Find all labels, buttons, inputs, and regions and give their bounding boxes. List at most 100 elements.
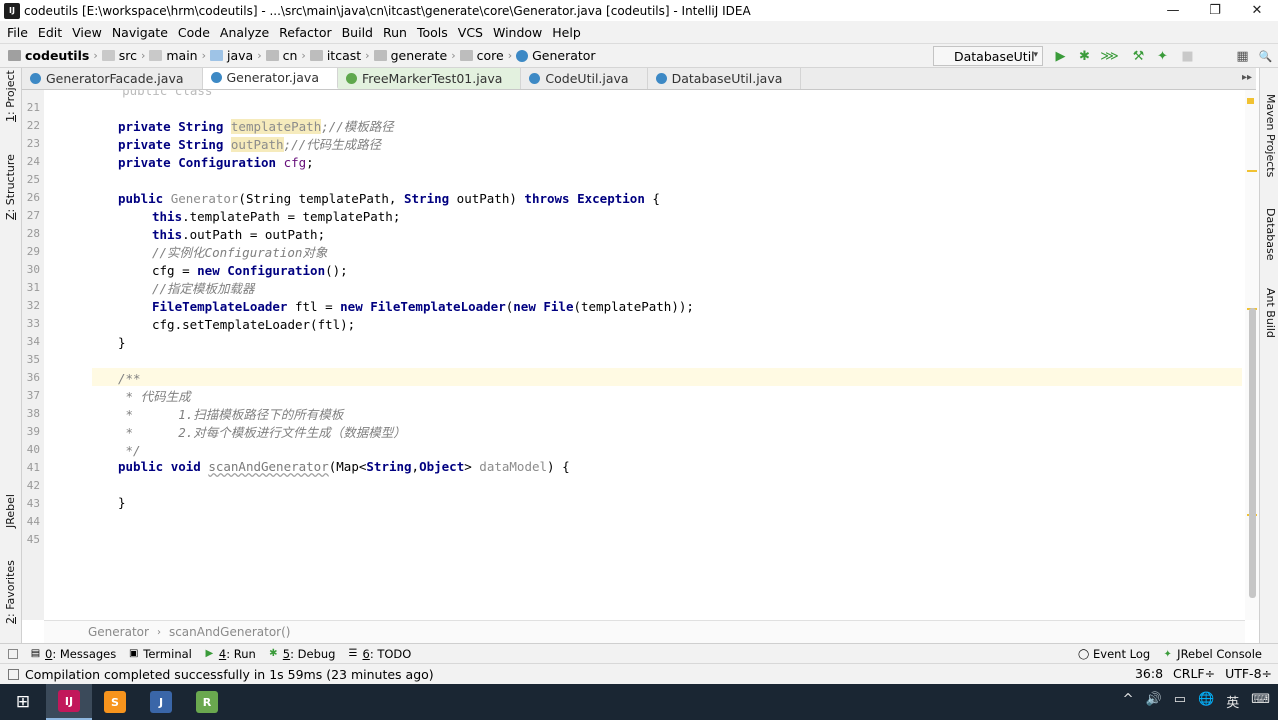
- tool-tab-ant-build[interactable]: Ant Build: [1264, 288, 1277, 338]
- coverage-icon[interactable]: ⋙: [1100, 49, 1119, 64]
- tool-tab-jrebel[interactable]: JRebel: [4, 494, 17, 528]
- menu-window[interactable]: Window: [488, 25, 547, 40]
- menu-run[interactable]: Run: [378, 25, 412, 40]
- tool-run[interactable]: ▶ 4: Run: [198, 647, 262, 661]
- tab-generator[interactable]: Generator.java: [202, 68, 338, 89]
- nav-crumb-project[interactable]: codeutils: [0, 48, 92, 63]
- ime-indicator[interactable]: 英: [1226, 692, 1239, 711]
- package-icon: [309, 50, 323, 61]
- status-toggle-icon[interactable]: [8, 668, 19, 680]
- debug-icon: ✱: [269, 648, 278, 659]
- menu-tools[interactable]: Tools: [412, 25, 453, 40]
- nav-crumb-generator[interactable]: Generator: [513, 48, 598, 63]
- tabs-overflow-icon[interactable]: ▸▸: [1242, 72, 1252, 83]
- menu-help[interactable]: Help: [547, 25, 586, 40]
- menu-refactor[interactable]: Refactor: [274, 25, 336, 40]
- toggle-tool-windows-icon[interactable]: [8, 648, 18, 659]
- line-number: 29: [26, 245, 40, 258]
- messages-icon: ▤: [30, 648, 41, 659]
- nav-crumb-main[interactable]: main: [146, 48, 200, 63]
- run-configuration-select[interactable]: DatabaseUtil ▾: [933, 46, 1043, 66]
- menu-analyze[interactable]: Analyze: [215, 25, 274, 40]
- caret-line-highlight: [92, 368, 1242, 386]
- run-icon[interactable]: ▶: [1053, 49, 1068, 64]
- tool-tab-maven[interactable]: Maven Projects: [1264, 94, 1277, 177]
- project-structure-icon[interactable]: ▦: [1235, 49, 1250, 64]
- window-title: codeutils [E:\workspace\hrm\codeutils] -…: [24, 3, 751, 18]
- close-button[interactable]: ✕: [1236, 0, 1278, 21]
- navigation-bar: codeutils › src › main › java › cn › itc…: [0, 43, 1278, 68]
- battery-icon[interactable]: ▭: [1174, 692, 1186, 711]
- taskbar-app3[interactable]: J: [138, 684, 184, 720]
- package-icon: [459, 50, 473, 61]
- tool-tab-favorites[interactable]: 2: Favorites: [4, 560, 17, 624]
- warning-marker[interactable]: [1247, 98, 1254, 104]
- line-separator[interactable]: CRLF÷: [1173, 666, 1215, 681]
- scrollbar-thumb[interactable]: [1249, 308, 1256, 598]
- line-number: 35: [26, 353, 40, 366]
- nav-crumb-generate[interactable]: generate: [371, 48, 451, 63]
- menu-view[interactable]: View: [67, 25, 107, 40]
- debug-icon[interactable]: ✱: [1077, 49, 1092, 64]
- tool-debug[interactable]: ✱ 5: Debug: [262, 647, 342, 661]
- menu-edit[interactable]: Edit: [33, 25, 67, 40]
- menu-code[interactable]: Code: [173, 25, 215, 40]
- build-icon[interactable]: ⚒: [1131, 49, 1146, 64]
- left-tool-stripe: 1: Project Z: Structure JRebel 2: Favori…: [0, 68, 22, 643]
- tool-tab-structure[interactable]: Z: Structure: [4, 154, 17, 220]
- jrebel-icon[interactable]: ✦: [1155, 49, 1170, 64]
- tray-expand-icon[interactable]: ^: [1123, 692, 1134, 711]
- start-button[interactable]: ⊞: [0, 684, 46, 720]
- line-number: 36: [26, 371, 40, 384]
- tab-codeutil[interactable]: CodeUtil.java: [521, 68, 648, 89]
- menu-vcs[interactable]: VCS: [453, 25, 488, 40]
- tool-jrebel-console[interactable]: ✦ JRebel Console: [1156, 647, 1268, 661]
- menu-navigate[interactable]: Navigate: [107, 25, 173, 40]
- breadcrumb-class[interactable]: Generator: [88, 625, 149, 639]
- code-line-33: cfg.setTemplateLoader(ftl);: [152, 317, 356, 332]
- maximize-button[interactable]: ❐: [1194, 0, 1236, 21]
- nav-crumb-src[interactable]: src: [99, 48, 140, 63]
- tool-messages[interactable]: ▤ 0: Messages: [24, 647, 122, 661]
- tool-todo[interactable]: ☰ 6: TODO: [341, 647, 417, 661]
- breadcrumb-separator: ›: [156, 626, 161, 638]
- menu-file[interactable]: File: [2, 25, 33, 40]
- keyboard-icon[interactable]: ⌨: [1251, 692, 1270, 711]
- tool-tab-database[interactable]: Database: [1264, 208, 1277, 261]
- tab-generatorfacade[interactable]: GeneratorFacade.java: [22, 68, 203, 89]
- line-number: 39: [26, 425, 40, 438]
- breadcrumb-method[interactable]: scanAndGenerator(): [169, 625, 291, 639]
- tab-databaseutil[interactable]: DatabaseUtil.java: [648, 68, 802, 89]
- tab-freemarkertest01[interactable]: FreeMarkerTest01.java: [338, 68, 522, 89]
- menu-build[interactable]: Build: [337, 25, 378, 40]
- line-number: 44: [26, 515, 40, 528]
- line-number: 22: [26, 119, 40, 132]
- network-icon[interactable]: 🌐: [1198, 692, 1214, 711]
- volume-icon[interactable]: 🔊: [1146, 692, 1162, 711]
- tool-tab-project[interactable]: 1: Project: [4, 70, 17, 122]
- code-line-43: }: [118, 495, 126, 510]
- tool-event-log[interactable]: ◯ Event Log: [1072, 647, 1156, 661]
- tool-terminal[interactable]: ▣ Terminal: [122, 647, 198, 661]
- file-encoding[interactable]: UTF-8÷: [1225, 666, 1272, 681]
- line-number: 27: [26, 209, 40, 222]
- taskbar-intellij[interactable]: IJ: [46, 684, 92, 720]
- editor-scrollbar[interactable]: [1245, 90, 1259, 620]
- code-line-26: public Generator(String templatePath, St…: [118, 191, 660, 206]
- code-line-23: private String outPath;//代码生成路径: [118, 137, 382, 152]
- nav-crumb-itcast[interactable]: itcast: [307, 48, 364, 63]
- code-line-28: this.outPath = outPath;: [152, 227, 326, 242]
- warning-marker[interactable]: [1247, 170, 1257, 172]
- nav-crumb-java[interactable]: java: [207, 48, 256, 63]
- minimize-button[interactable]: —: [1152, 0, 1194, 21]
- taskbar-sublime[interactable]: S: [92, 684, 138, 720]
- code-editor[interactable]: public class private String templatePath…: [92, 90, 1242, 620]
- caret-position[interactable]: 36:8: [1135, 666, 1163, 681]
- stop-icon[interactable]: ■: [1180, 49, 1195, 64]
- right-tool-stripe: Maven Projects Database Ant Build: [1259, 68, 1278, 643]
- search-icon[interactable]: 🔍: [1258, 49, 1273, 64]
- taskbar-app4[interactable]: R: [184, 684, 230, 720]
- nav-crumb-core[interactable]: core: [457, 48, 507, 63]
- status-bar: Compilation completed successfully in 1s…: [0, 663, 1278, 684]
- nav-crumb-cn[interactable]: cn: [263, 48, 301, 63]
